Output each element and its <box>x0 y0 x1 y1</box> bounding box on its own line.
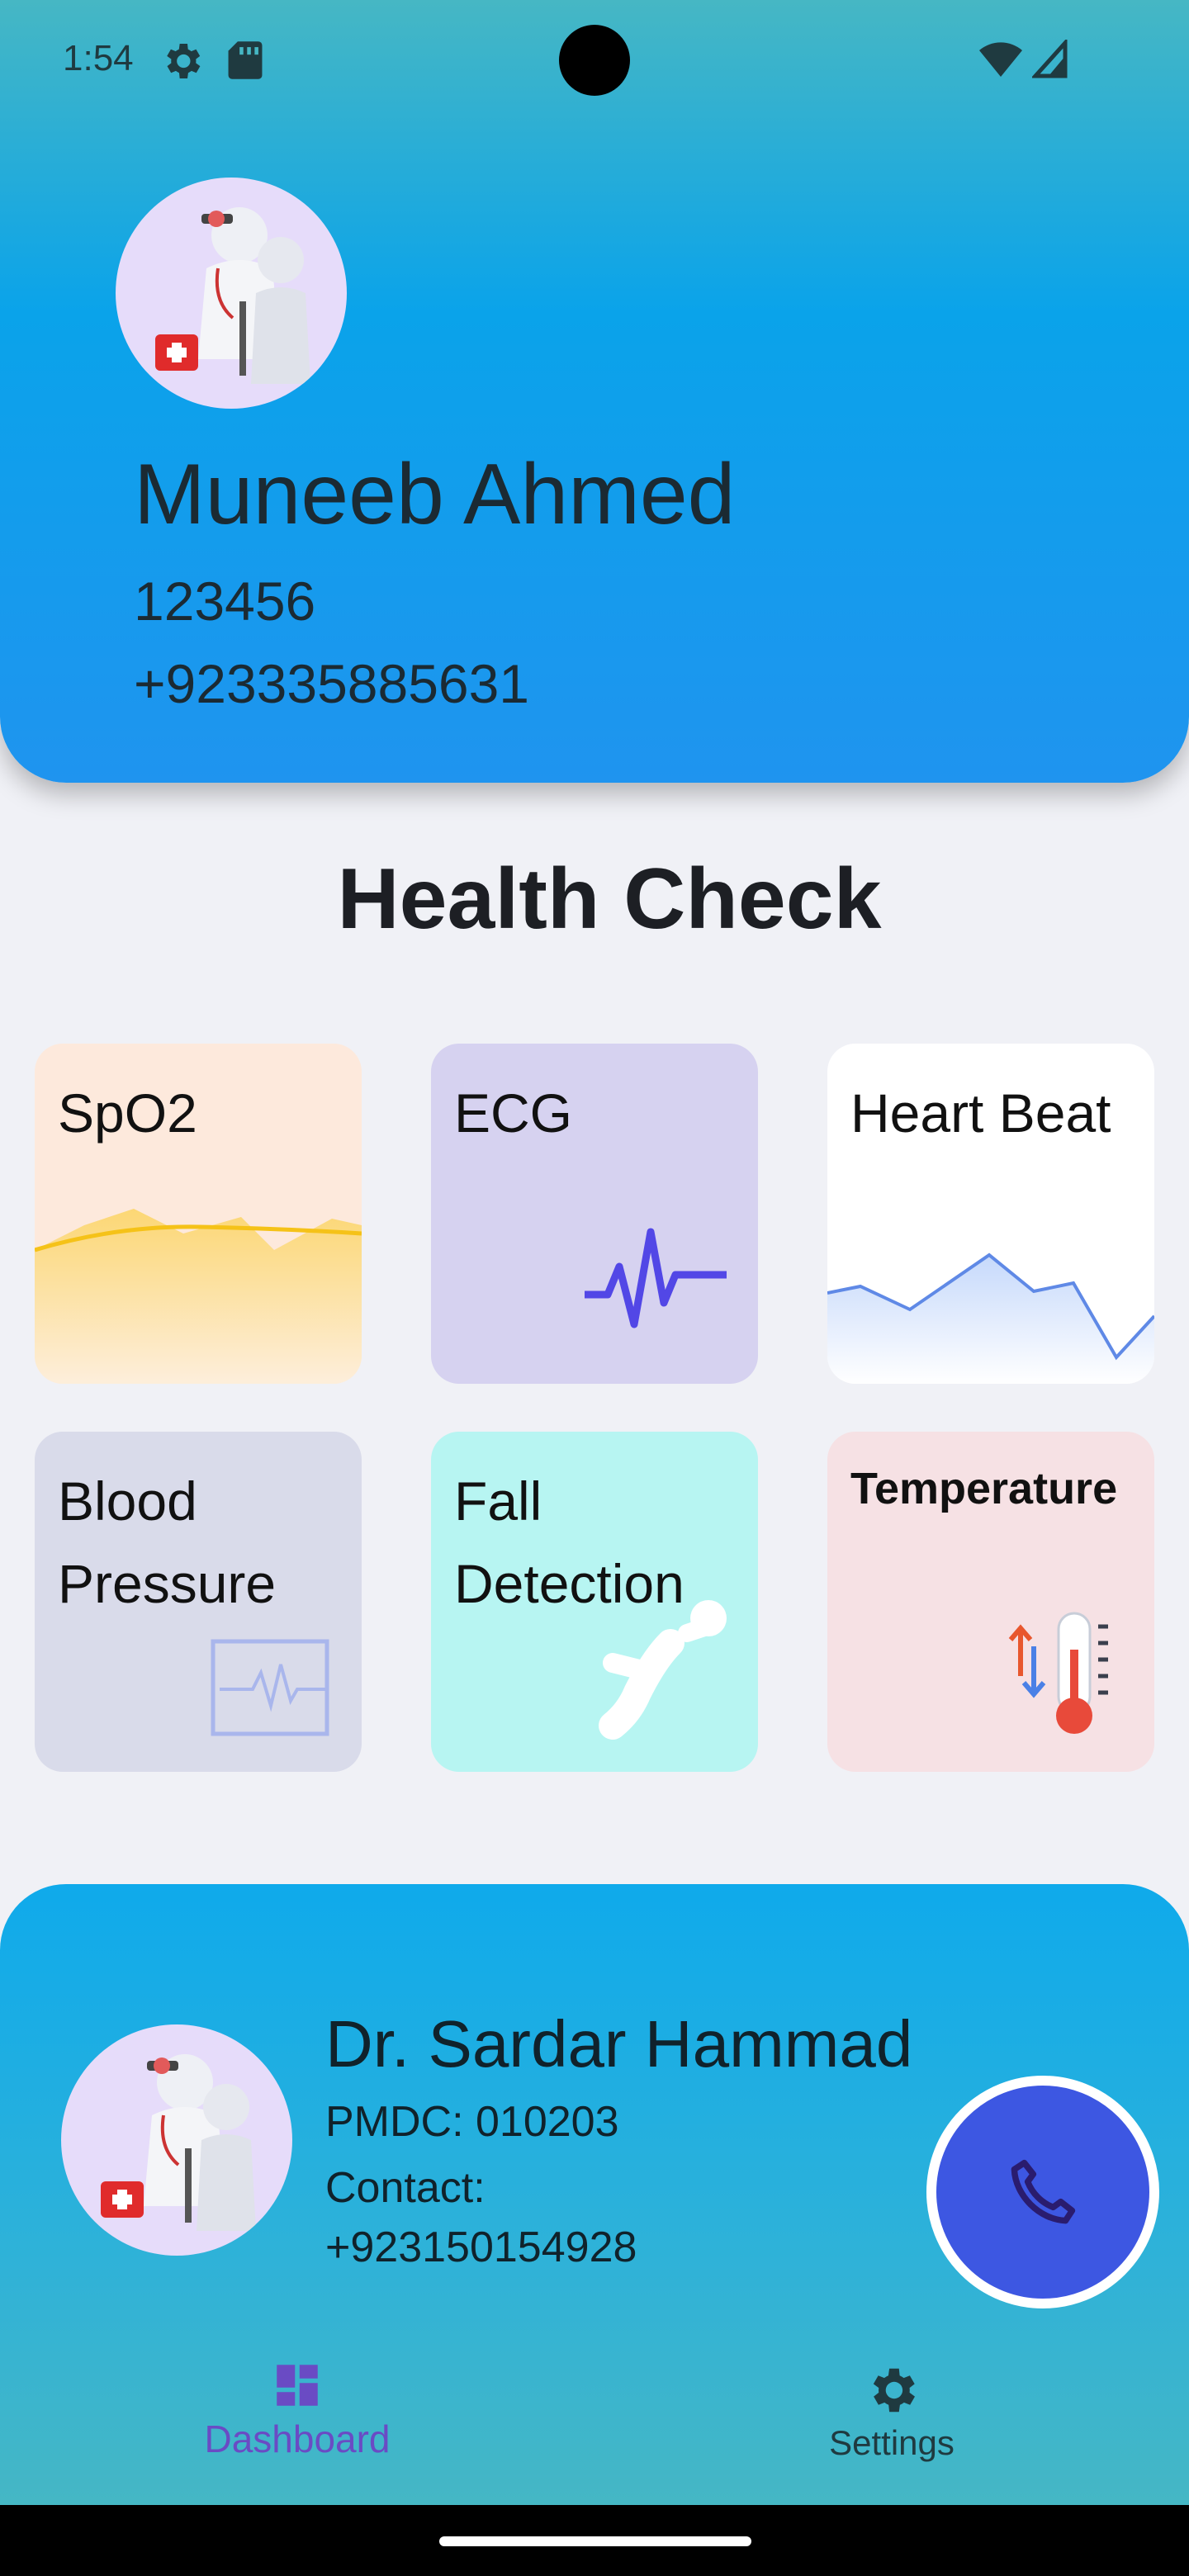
status-time: 1:54 <box>63 38 134 78</box>
nav-settings-label: Settings <box>829 2423 955 2462</box>
doctor-contact-label: Contact: <box>325 2164 486 2212</box>
doctor-avatar[interactable] <box>61 2024 292 2256</box>
nav-dashboard[interactable]: Dashboard <box>165 2358 429 2461</box>
card-title-blood-pressure: Blood Pressure <box>58 1470 277 1614</box>
card-temperature[interactable]: Temperature <box>827 1432 1154 1772</box>
front-camera <box>559 25 630 96</box>
settings-status-icon <box>167 44 201 78</box>
section-title: Health Check <box>337 851 882 947</box>
card-title-fall-detection: Fall Detection <box>454 1470 685 1614</box>
wifi-icon <box>979 42 1022 77</box>
card-blood-pressure[interactable]: Blood Pressure <box>35 1432 362 1772</box>
signal-icon <box>1032 40 1068 78</box>
card-ecg[interactable]: ECG <box>431 1044 758 1384</box>
card-title-spo2: SpO2 <box>58 1082 197 1144</box>
user-avatar[interactable] <box>116 178 347 409</box>
profile-header: 1:54 Muneeb Ahmed 123456 +923335885631 <box>0 0 1189 783</box>
user-name: Muneeb Ahmed <box>134 447 736 542</box>
card-spo2[interactable]: SpO2 <box>35 1044 362 1384</box>
doctor-contact: +923150154928 <box>325 2223 637 2271</box>
user-phone: +923335885631 <box>134 653 530 714</box>
call-doctor-button[interactable] <box>926 2076 1159 2308</box>
dashboard-icon <box>277 2365 318 2406</box>
card-title-ecg: ECG <box>454 1082 573 1144</box>
status-bar: 1:54 <box>0 0 1189 116</box>
nav-dashboard-label: Dashboard <box>204 2417 391 2460</box>
card-heart-beat[interactable]: Heart Beat <box>827 1044 1154 1384</box>
card-fall-detection[interactable]: Fall Detection <box>431 1432 758 1772</box>
user-id: 123456 <box>134 571 316 632</box>
doctor-pmdc: PMDC: 010203 <box>325 2098 619 2146</box>
sd-card-icon <box>228 41 263 79</box>
phone-icon <box>1011 2159 1076 2224</box>
card-title-heart-beat: Heart Beat <box>850 1082 1111 1144</box>
doctor-name: Dr. Sardar Hammad <box>325 2007 913 2081</box>
gear-icon <box>873 2368 915 2413</box>
card-title-temperature: Temperature <box>850 1464 1118 1513</box>
home-gesture-handle[interactable] <box>439 2536 751 2546</box>
nav-settings[interactable]: Settings <box>768 2361 1016 2463</box>
